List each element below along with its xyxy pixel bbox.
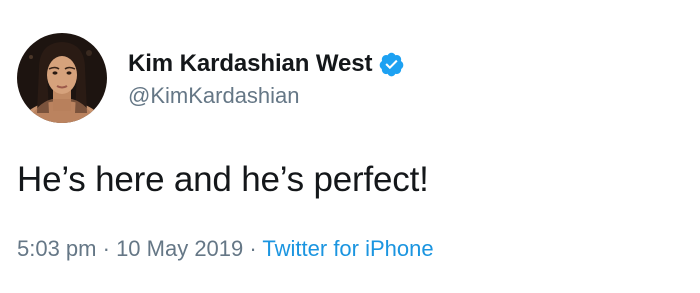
name-row: Kim Kardashian West <box>128 47 405 81</box>
tweet-card: Kim Kardashian West @KimKardashian He’s … <box>0 0 700 293</box>
meta-separator: · <box>243 236 263 261</box>
tweet-meta: 5:03 pm · 10 May 2019 · Twitter for iPho… <box>17 236 434 262</box>
tweet-source-link[interactable]: Twitter for iPhone <box>262 236 433 261</box>
tweet-header: Kim Kardashian West @KimKardashian <box>17 33 405 123</box>
tweet-text: He’s here and he’s perfect! <box>17 160 429 199</box>
verified-badge-icon <box>378 51 405 78</box>
tweet-date[interactable]: 10 May 2019 <box>116 236 243 261</box>
display-name[interactable]: Kim Kardashian West <box>128 50 373 78</box>
tweet-time[interactable]: 5:03 pm <box>17 236 97 261</box>
meta-separator: · <box>96 236 117 261</box>
avatar[interactable] <box>17 33 107 123</box>
user-names: Kim Kardashian West @KimKardashian <box>128 47 405 109</box>
user-handle[interactable]: @KimKardashian <box>128 83 405 109</box>
